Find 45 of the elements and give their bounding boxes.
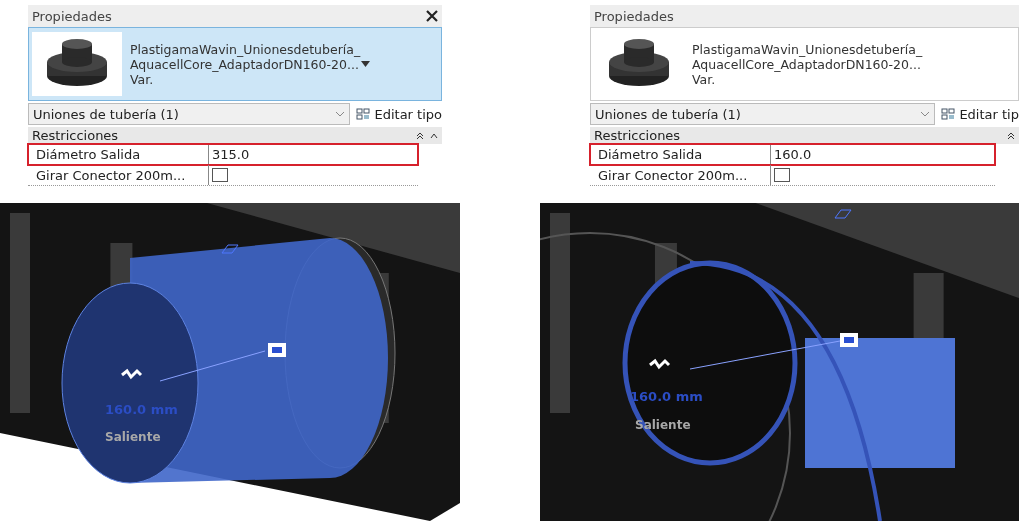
type-selector[interactable]: PlastigamaWavin_Unionesdetubería_ AquacellCore_AdaptadorDN160-20... Var. (28, 27, 442, 101)
property-row[interactable]: Girar Conector 200m... (28, 165, 418, 186)
section-header: Restricciones (32, 128, 119, 143)
property-label: Girar Conector 200m... (597, 167, 749, 183)
dropdown-arrow-icon[interactable] (360, 61, 370, 67)
flow-symbol-icon (121, 368, 143, 380)
checkbox[interactable] (774, 168, 790, 182)
parallelogram-icon (221, 244, 239, 254)
grid-icon (941, 108, 956, 120)
checkbox[interactable] (212, 168, 228, 182)
type-name: Var. (130, 71, 154, 87)
category-dropdown[interactable]: Uniones de tubería (1) (28, 103, 351, 125)
panel-title: Propiedades (32, 8, 112, 24)
edit-type-button[interactable]: Editar tipo (356, 106, 442, 122)
property-value[interactable]: 160.0 (774, 146, 812, 162)
collapse-icon[interactable] (416, 131, 424, 140)
property-value[interactable]: 315.0 (212, 146, 250, 162)
parallelogram-icon (834, 209, 852, 219)
panel-title: Propiedades (594, 8, 674, 24)
type-name: AquacellCore_AdaptadorDN160-20... (130, 56, 359, 72)
type-name: Var. (692, 71, 716, 87)
property-row[interactable]: Diámetro Salida 315.0 (28, 144, 418, 165)
property-label: Girar Conector 200m... (35, 167, 187, 183)
section-header: Restricciones (594, 128, 681, 143)
property-row[interactable]: Girar Conector 200m... (590, 165, 995, 186)
connector-icon[interactable] (268, 343, 286, 357)
property-label: Diámetro Salida (597, 146, 704, 162)
category-dropdown[interactable]: Uniones de tubería (1) (590, 103, 936, 125)
scroll-up-icon[interactable] (430, 131, 438, 140)
chevron-down-icon[interactable] (335, 111, 346, 117)
connector-icon[interactable] (840, 333, 858, 347)
type-name: PlastigamaWavin_Unionesdetubería_ (130, 41, 362, 57)
collapse-icon[interactable] (1007, 131, 1015, 140)
type-selector[interactable]: PlastigamaWavin_Unionesdetubería_ AquacellCore_AdaptadorDN160-20... Var. (590, 27, 1019, 101)
property-label: Diámetro Salida (35, 146, 142, 162)
flow-symbol-icon (649, 358, 671, 370)
close-icon[interactable] (426, 10, 438, 22)
connector-label: Saliente (105, 430, 161, 444)
dimension-label: 160.0 mm (105, 402, 178, 417)
chevron-down-icon[interactable] (920, 111, 931, 117)
property-row[interactable]: Diámetro Salida 160.0 (590, 144, 995, 165)
type-name: AquacellCore_AdaptadorDN160-20... (692, 56, 921, 72)
grid-icon (356, 108, 371, 120)
type-name: PlastigamaWavin_Unionesdetubería_ (692, 41, 924, 57)
edit-type-button[interactable]: Editar tip (941, 106, 1019, 122)
